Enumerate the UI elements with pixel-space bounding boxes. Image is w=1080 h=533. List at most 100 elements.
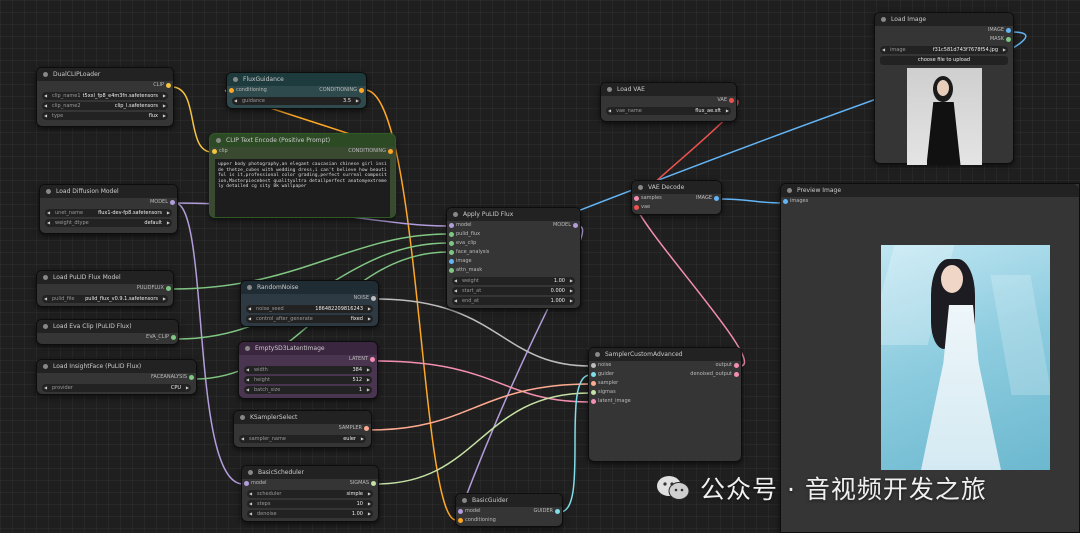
node-empty-sd3-latent-image[interactable]: EmptySD3LatentImage LATENT width 384 heig… [238,341,378,399]
input-slot-samples[interactable] [634,196,639,201]
node-title[interactable]: Load Diffusion Model [40,185,177,198]
input-slot-images[interactable] [783,199,788,204]
node-title[interactable]: VAE Decode [632,181,721,194]
widget-unet-name[interactable]: unet_name flux1-dev-fp8.safetensors [45,209,172,217]
widget-guidance[interactable]: guidance 3.5 [232,97,361,105]
node-title[interactable]: Load Image [875,13,1013,26]
node-title[interactable]: Preview Image [781,184,1079,197]
output-slot-faceanalysis[interactable] [189,375,194,380]
node-title[interactable]: KSamplerSelect [234,411,371,424]
node-title[interactable]: DualCLIPLoader [37,68,173,81]
widget-label: weight_dtype [55,220,89,226]
node-load-insightface[interactable]: Load InsightFace (PuLID Flux) FACEANALYS… [36,359,197,395]
node-title[interactable]: BasicGuider [456,494,562,507]
widget-provider[interactable]: provider CPU [42,384,191,392]
node-title[interactable]: Load Eva Clip (PuLID Flux) [37,320,178,333]
widget-batch-size[interactable]: batch_size 1 [244,386,372,394]
output-slot-sampler[interactable] [364,426,369,431]
widget-width[interactable]: width 384 [244,366,372,374]
widget-sampler-name[interactable]: sampler_name euler [239,435,366,443]
output-slot-latent[interactable] [370,357,375,362]
input-slot-conditioning[interactable] [229,88,234,93]
node-load-diffusion-model[interactable]: Load Diffusion Model MODEL unet_name flux… [39,184,178,234]
wire-image-decode-to-preview [719,198,785,204]
upload-button[interactable]: choose file to upload [880,56,1008,65]
input-slot-image[interactable] [449,259,454,264]
node-title[interactable]: Apply PuLID Flux [447,208,580,221]
widget-clip-name2[interactable]: clip_name2 clip_l.safetensors [42,102,168,110]
widget-scheduler[interactable]: scheduler simple [247,490,373,498]
output-slot-vae[interactable] [729,98,734,103]
widget-image[interactable]: image f31c581d743f7678f54.jpg [880,46,1008,54]
widget-pulid-file[interactable]: pulid_file pulid_flux_v0.9.1.safetensors [42,295,168,303]
input-label: latent_image [598,398,631,404]
input-slot-noise[interactable] [591,363,596,368]
output-slot-guider[interactable] [555,509,560,514]
node-title[interactable]: RandomNoise [241,281,378,294]
widget-clip-name1[interactable]: clip_name1t5xxl_fp8_e4m3fn.safetensors [42,92,168,100]
output-slot-model[interactable] [170,200,175,205]
node-vae-decode[interactable]: VAE Decode samples IMAGE vae [631,180,722,215]
node-ksampler-select[interactable]: KSamplerSelect SAMPLER sampler_name euler [233,410,372,448]
output-slot-image[interactable] [714,196,719,201]
widget-steps[interactable]: steps 10 [247,500,373,508]
widget-end-at[interactable]: end_at 1.000 [452,297,575,305]
input-slot-model[interactable] [244,481,249,486]
input-slot-face-analysis[interactable] [449,250,454,255]
input-slot-sampler[interactable] [591,381,596,386]
output-slot-output[interactable] [734,363,739,368]
input-slot-latent-image[interactable] [591,399,596,404]
output-slot-denoised[interactable] [734,372,739,377]
input-slot-guider[interactable] [591,372,596,377]
output-slot-noise[interactable] [371,296,376,301]
widget-denoise[interactable]: denoise 1.00 [247,510,373,518]
node-title[interactable]: Load PuLID Flux Model [37,271,173,284]
output-slot-conditioning[interactable] [359,88,364,93]
node-title[interactable]: Load VAE [601,83,736,96]
widget-type[interactable]: type flux [42,112,168,120]
input-slot-attn-mask[interactable] [449,268,454,273]
input-slot-eva-clip[interactable] [449,241,454,246]
node-clip-text-encode[interactable]: CLIP Text Encode (Positive Prompt) clip C… [209,133,396,218]
output-slot-sigmas[interactable] [371,481,376,486]
widget-start-at[interactable]: start_at 0.000 [452,287,575,295]
output-slot-conditioning[interactable] [388,149,393,154]
widget-weight-dtype[interactable]: weight_dtype default [45,219,172,227]
node-basic-scheduler[interactable]: BasicScheduler model SIGMAS scheduler simp… [241,465,379,522]
node-flux-guidance[interactable]: FluxGuidance conditioning CONDITIONING gu… [226,72,367,109]
node-title[interactable]: FluxGuidance [227,73,366,86]
prompt-textarea[interactable]: upper body photography,an elegant caucas… [215,159,390,217]
widget-vae-name[interactable]: vae_name flux_ae.sft [606,107,731,115]
node-sampler-custom-advanced[interactable]: SamplerCustomAdvanced noise output guider… [588,347,742,462]
widget-control-after-generate[interactable]: control_after_generate fixed [246,315,373,323]
output-slot-image[interactable] [1006,28,1011,33]
node-load-vae[interactable]: Load VAE VAE vae_name flux_ae.sft [600,82,737,122]
node-title[interactable]: SamplerCustomAdvanced [589,348,741,361]
node-load-pulid-flux-model[interactable]: Load PuLID Flux Model PULIDFLUX pulid_fi… [36,270,174,307]
node-title[interactable]: Load InsightFace (PuLID Flux) [37,360,196,373]
node-load-image[interactable]: Load Image IMAGE MASK image f31c581d743f7… [874,12,1014,165]
widget-weight[interactable]: weight 1.00 [452,277,575,285]
node-apply-pulid-flux[interactable]: Apply PuLID Flux model MODEL pulid_flux e… [446,207,581,309]
node-title[interactable]: BasicScheduler [242,466,378,479]
output-slot-model[interactable] [573,223,578,228]
node-dual-clip-loader[interactable]: DualCLIPLoader CLIP clip_name1t5xxl_fp8_… [36,67,174,127]
input-slot-pulid-flux[interactable] [449,232,454,237]
input-slot-model[interactable] [458,509,463,514]
node-title[interactable]: CLIP Text Encode (Positive Prompt) [210,134,395,147]
widget-height[interactable]: height 512 [244,376,372,384]
input-slot-model[interactable] [449,223,454,228]
input-slot-vae[interactable] [634,205,639,210]
output-slot-mask[interactable] [1006,37,1011,42]
output-slot-pulidflux[interactable] [166,286,171,291]
output-slot-clip[interactable] [166,83,171,88]
output-slot-eva-clip[interactable] [171,335,176,340]
node-title[interactable]: EmptySD3LatentImage [239,342,377,355]
node-random-noise[interactable]: RandomNoise NOISE noise_seed 186482209816… [240,280,379,327]
widget-noise-seed[interactable]: noise_seed 186482209816243 [246,305,373,313]
node-load-eva-clip[interactable]: Load Eva Clip (PuLID Flux) EVA_CLIP [36,319,179,345]
input-slot-sigmas[interactable] [591,390,596,395]
input-slot-clip[interactable] [212,149,217,154]
node-basic-guider[interactable]: BasicGuider model GUIDER conditioning [455,493,563,527]
input-slot-conditioning[interactable] [458,518,463,523]
